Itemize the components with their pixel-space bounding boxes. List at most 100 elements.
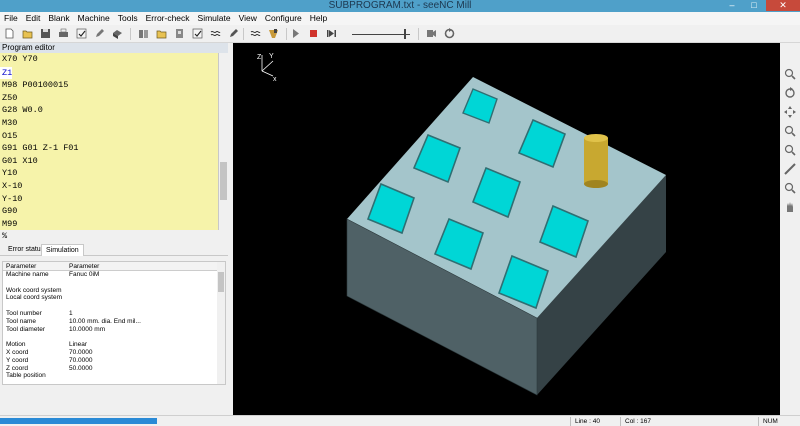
- tab-simulation[interactable]: Simulation: [41, 244, 84, 256]
- wave-icon[interactable]: [250, 28, 261, 39]
- reset-icon[interactable]: [444, 28, 455, 39]
- code-line[interactable]: M30: [0, 117, 218, 130]
- scroll-thumb[interactable]: [218, 272, 224, 292]
- maximize-button[interactable]: □: [744, 0, 764, 11]
- window-title: SUBPROGRAM.txt - seeNC Mill: [328, 0, 472, 11]
- menu-configure[interactable]: Configure: [261, 12, 306, 25]
- toolbar-separator: [418, 28, 419, 40]
- stop-icon[interactable]: [308, 28, 319, 39]
- wave-icon[interactable]: [210, 28, 221, 39]
- edit-icon[interactable]: [94, 28, 105, 39]
- measure-icon[interactable]: [784, 163, 796, 175]
- axis-z-label: Z: [257, 54, 262, 61]
- step-icon[interactable]: [326, 28, 337, 39]
- axis-x-label: x: [273, 76, 277, 83]
- param-name: Tool number: [6, 309, 42, 317]
- table-row: Table position: [3, 372, 225, 380]
- param-name: Table position: [6, 372, 46, 380]
- zoom-in-icon[interactable]: [784, 125, 796, 137]
- save-icon[interactable]: [40, 28, 51, 39]
- menu-simulate[interactable]: Simulate: [194, 12, 235, 25]
- minimize-button[interactable]: –: [722, 0, 742, 11]
- menu-help[interactable]: Help: [306, 12, 331, 25]
- slider-thumb[interactable]: [404, 29, 406, 39]
- cutting-tool: [584, 134, 608, 188]
- code-line[interactable]: M98 P00100015: [0, 79, 218, 92]
- program-editor-title: Program editor: [0, 43, 228, 53]
- code-line[interactable]: X-10: [0, 180, 218, 193]
- bottom-tabs: Error status Simulation: [0, 242, 228, 256]
- menu-view[interactable]: View: [235, 12, 261, 25]
- speed-slider[interactable]: [352, 28, 414, 40]
- code-line[interactable]: M99: [0, 218, 218, 231]
- code-line[interactable]: Z50: [0, 92, 218, 105]
- cam-icon[interactable]: [426, 28, 437, 39]
- code-line[interactable]: G91 G01 Z-1 F01: [0, 142, 218, 155]
- simulate-icon[interactable]: [268, 28, 279, 39]
- param-name: X coord: [6, 348, 29, 356]
- code-line[interactable]: Y-10: [0, 193, 218, 206]
- toolbar-separator: [286, 28, 287, 40]
- editor-scrollbar[interactable]: [219, 53, 228, 230]
- blank-icon[interactable]: [112, 28, 123, 39]
- param-name: Tool diameter: [6, 325, 46, 333]
- zoom-out-icon[interactable]: [784, 144, 796, 156]
- param-name: Local coord system: [6, 294, 62, 302]
- new-icon[interactable]: [4, 28, 15, 39]
- hand-icon[interactable]: [784, 201, 796, 213]
- 3d-viewport[interactable]: Z Y x: [233, 43, 780, 415]
- code-line[interactable]: G90: [0, 205, 218, 218]
- column-header[interactable]: Parameter: [6, 262, 66, 271]
- menu-error-check[interactable]: Error-check: [142, 12, 194, 25]
- table-row: Motion Linear: [3, 341, 225, 349]
- code-line[interactable]: G28 W0.0: [0, 104, 218, 117]
- param-value: Linear: [69, 341, 88, 349]
- play-icon[interactable]: [290, 28, 301, 39]
- settings-icon[interactable]: [192, 28, 203, 39]
- param-name: Work coord system: [6, 286, 62, 294]
- param-value: 10.0000 mm: [69, 325, 106, 333]
- slider-track: [352, 34, 410, 35]
- simulation-scene: Z Y x: [257, 53, 666, 396]
- table-scrollbar[interactable]: [217, 262, 225, 384]
- param-name: Z coord: [6, 364, 29, 372]
- open-icon[interactable]: [22, 28, 33, 39]
- open-blank-icon[interactable]: [156, 28, 167, 39]
- code-editor[interactable]: X70 Y70 Z1 M98 P00100015 Z50 G28 W0.0 M3…: [0, 53, 219, 241]
- machine-icon[interactable]: [138, 28, 149, 39]
- close-button[interactable]: ✕: [766, 0, 800, 11]
- menu-blank[interactable]: Blank: [44, 12, 73, 25]
- axis-y-label: Y: [269, 53, 274, 60]
- param-value: 70.0000: [69, 348, 93, 356]
- code-line-selected[interactable]: Z1: [0, 66, 13, 80]
- table-row: Tool name 10.00 mm. dia. End mil...: [3, 318, 225, 326]
- menu-bar: File Edit Blank Machine Tools Error-chec…: [0, 12, 800, 25]
- zoom-fit-icon[interactable]: [784, 68, 796, 80]
- load-tool-icon[interactable]: [174, 28, 185, 39]
- menu-file[interactable]: File: [0, 12, 22, 25]
- toolbar: [0, 25, 800, 43]
- menu-edit[interactable]: Edit: [22, 12, 45, 25]
- rotate-icon[interactable]: [784, 87, 796, 99]
- code-line[interactable]: X70 Y70: [0, 53, 218, 66]
- workpiece-block: [346, 77, 666, 396]
- check-icon[interactable]: [76, 28, 87, 39]
- program-editor-panel: Program editor X70 Y70 Z1 M98 P00100015 …: [0, 43, 228, 241]
- pan-icon[interactable]: [784, 106, 796, 118]
- progress-bar: [0, 418, 157, 424]
- menu-machine[interactable]: Machine: [74, 12, 114, 25]
- table-header: Parameter Parameter: [3, 262, 225, 271]
- table-row: [3, 302, 225, 310]
- print-icon[interactable]: [58, 28, 69, 39]
- menu-tools[interactable]: Tools: [114, 12, 142, 25]
- table-row: Y coord 70.0000: [3, 357, 225, 365]
- code-line[interactable]: G01 X10: [0, 155, 218, 168]
- table-row: Machine name Fanuc 0iM: [3, 271, 225, 279]
- column-header[interactable]: Parameter: [69, 262, 144, 271]
- zoom-box-icon[interactable]: [784, 182, 796, 194]
- param-value: Fanuc 0iM: [69, 271, 100, 278]
- scroll-thumb[interactable]: [220, 162, 227, 200]
- code-line[interactable]: O15: [0, 130, 218, 143]
- code-line[interactable]: Y10: [0, 167, 218, 180]
- edit-pen-icon[interactable]: [228, 28, 239, 39]
